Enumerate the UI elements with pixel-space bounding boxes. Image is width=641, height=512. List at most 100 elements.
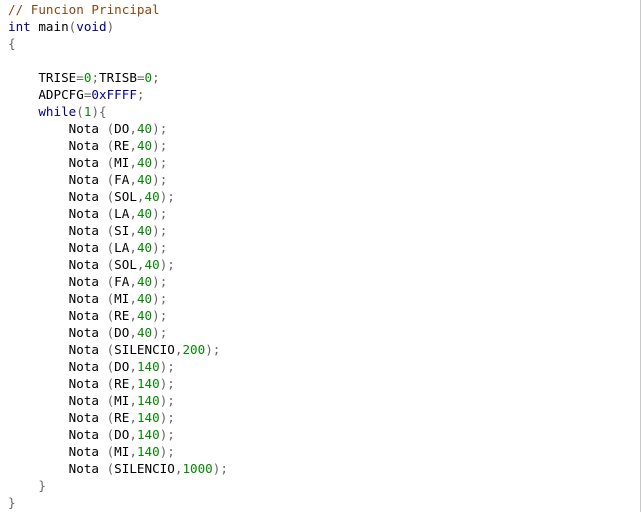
- code-token: );: [159, 393, 175, 408]
- code-token: ;: [136, 87, 145, 102]
- code-token: DO: [114, 325, 130, 340]
- code-token: ,: [136, 257, 145, 272]
- code-token: Nota: [8, 223, 107, 238]
- code-token: ,: [129, 274, 137, 289]
- code-token: 200: [182, 342, 206, 357]
- code-token: Nota: [8, 172, 107, 187]
- code-token: );: [152, 206, 168, 221]
- code-token: 40: [136, 240, 153, 255]
- code-token: FA: [114, 274, 130, 289]
- code-token: 40: [136, 172, 153, 187]
- code-token: =: [136, 70, 145, 85]
- code-token: Nota: [8, 121, 107, 136]
- code-token: Nota: [8, 393, 107, 408]
- code-token: ,: [129, 376, 137, 391]
- code-token: );: [159, 257, 175, 272]
- code-token: Nota: [8, 274, 107, 289]
- code-line: Nota (MI,40);: [8, 290, 228, 307]
- code-token: Nota: [8, 376, 107, 391]
- code-token: Nota: [8, 410, 107, 425]
- code-token: );: [159, 410, 175, 425]
- code-token: Nota: [8, 359, 107, 374]
- code-token: FA: [114, 172, 130, 187]
- code-token: 40: [144, 189, 160, 204]
- code-token: Nota: [8, 206, 107, 221]
- code-token: ,: [129, 359, 137, 374]
- code-block[interactable]: // Funcion Principal int main(void){ TRIS…: [8, 1, 228, 511]
- code-token: ): [106, 19, 115, 34]
- code-token: RE: [114, 376, 130, 391]
- code-line: Nota (RE,140);: [8, 375, 228, 392]
- code-token: main: [30, 19, 69, 34]
- code-token: DO: [114, 359, 130, 374]
- code-token: ,: [129, 240, 137, 255]
- code-line: {: [8, 35, 228, 52]
- code-token: );: [152, 308, 168, 323]
- code-line: Nota (LA,40);: [8, 205, 228, 222]
- code-line: Nota (RE,140);: [8, 409, 228, 426]
- code-line: Nota (SOL,40);: [8, 188, 228, 205]
- code-token: TRISB: [99, 70, 137, 85]
- code-line: Nota (DO,140);: [8, 358, 228, 375]
- code-token: );: [152, 240, 168, 255]
- code-token: );: [152, 138, 168, 153]
- code-token: );: [159, 376, 175, 391]
- code-token: 40: [136, 223, 153, 238]
- code-token: );: [152, 155, 168, 170]
- code-line: Nota (SILENCIO,1000);: [8, 460, 228, 477]
- code-line: Nota (SI,40);: [8, 222, 228, 239]
- code-token: 40: [136, 291, 153, 306]
- code-token: 140: [136, 427, 160, 442]
- code-token: RE: [114, 410, 130, 425]
- code-token: MI: [114, 155, 130, 170]
- code-token: 140: [136, 444, 160, 459]
- code-token: );: [212, 461, 228, 476]
- code-token: ,: [129, 325, 137, 340]
- code-line: Nota (FA,40);: [8, 273, 228, 290]
- code-token: Nota: [8, 291, 107, 306]
- code-token: ,: [129, 172, 137, 187]
- code-line: Nota (DO,40);: [8, 120, 228, 137]
- code-token: Nota: [8, 240, 107, 255]
- code-token: RE: [114, 308, 130, 323]
- code-token: SOL: [114, 189, 137, 204]
- code-token: MI: [114, 291, 130, 306]
- code-token: RE: [114, 138, 130, 153]
- code-token: );: [159, 444, 175, 459]
- code-token: ,: [129, 444, 137, 459]
- code-token: Nota: [8, 189, 107, 204]
- code-token: ,: [129, 155, 137, 170]
- code-token: Nota: [8, 444, 107, 459]
- code-token: );: [159, 359, 175, 374]
- code-line: Nota (SOL,40);: [8, 256, 228, 273]
- code-token: ;: [91, 70, 100, 85]
- code-token: 40: [144, 257, 160, 272]
- code-line: Nota (FA,40);: [8, 171, 228, 188]
- code-token: );: [159, 189, 175, 204]
- code-token: ,: [129, 206, 137, 221]
- code-token: 140: [136, 359, 160, 374]
- code-token: int: [8, 19, 31, 34]
- code-line: // Funcion Principal: [8, 1, 228, 18]
- code-token: ,: [129, 138, 137, 153]
- code-line: Nota (MI,140);: [8, 392, 228, 409]
- code-token: ,: [129, 121, 137, 136]
- code-token: DO: [114, 121, 130, 136]
- code-token: 140: [136, 393, 160, 408]
- code-token: }: [8, 495, 16, 510]
- code-token: Nota: [8, 308, 107, 323]
- code-token: TRISE: [8, 70, 77, 85]
- code-token: SILENCIO: [114, 461, 175, 476]
- code-line: while(1){: [8, 103, 228, 120]
- code-token: ,: [129, 393, 137, 408]
- code-token: (: [76, 104, 84, 119]
- code-token: );: [152, 223, 168, 238]
- code-editor[interactable]: // Funcion Principal int main(void){ TRIS…: [0, 0, 641, 512]
- code-token: 40: [136, 155, 153, 170]
- code-token: 40: [136, 121, 153, 136]
- code-token: =: [76, 70, 84, 85]
- code-token: ;: [152, 70, 160, 85]
- code-line: Nota (DO,140);: [8, 426, 228, 443]
- code-token: 1000: [182, 461, 213, 476]
- code-line: [8, 52, 228, 69]
